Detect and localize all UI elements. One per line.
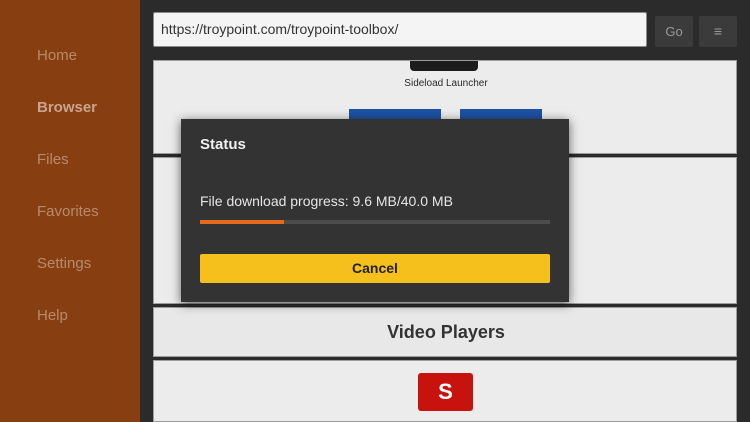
sidebar-item-help[interactable]: Help bbox=[37, 307, 68, 324]
progress-bar bbox=[200, 220, 550, 224]
video-players-section[interactable]: Video Players bbox=[153, 307, 737, 357]
dialog-title: Status bbox=[200, 136, 246, 153]
menu-button[interactable]: ≡ bbox=[699, 16, 737, 47]
status-dialog: Status File download progress: 9.6 MB/40… bbox=[181, 119, 569, 302]
menu-icon: ≡ bbox=[713, 23, 723, 39]
app-logo[interactable]: S bbox=[418, 373, 473, 411]
sidebar-item-browser[interactable]: Browser bbox=[37, 99, 97, 116]
url-input[interactable]: https://troypoint.com/troypoint-toolbox/ bbox=[153, 12, 647, 47]
sideload-launcher-label: Sideload Launcher bbox=[404, 78, 488, 89]
sidebar-item-files[interactable]: Files bbox=[37, 151, 69, 168]
app-card[interactable]: S bbox=[153, 360, 737, 422]
sidebar: Home Browser Files Favorites Settings He… bbox=[0, 0, 140, 422]
sideload-launcher-icon bbox=[410, 61, 478, 71]
download-progress-text: File download progress: 9.6 MB/40.0 MB bbox=[200, 193, 453, 209]
go-button[interactable]: Go bbox=[655, 16, 693, 47]
progress-fill bbox=[200, 220, 284, 224]
sidebar-item-settings[interactable]: Settings bbox=[37, 255, 91, 272]
sidebar-item-home[interactable]: Home bbox=[37, 47, 77, 64]
sidebar-item-favorites[interactable]: Favorites bbox=[37, 203, 99, 220]
browser-toolbar: https://troypoint.com/troypoint-toolbox/… bbox=[140, 0, 750, 60]
section-title: Video Players bbox=[387, 322, 505, 342]
cancel-button[interactable]: Cancel bbox=[200, 254, 550, 283]
